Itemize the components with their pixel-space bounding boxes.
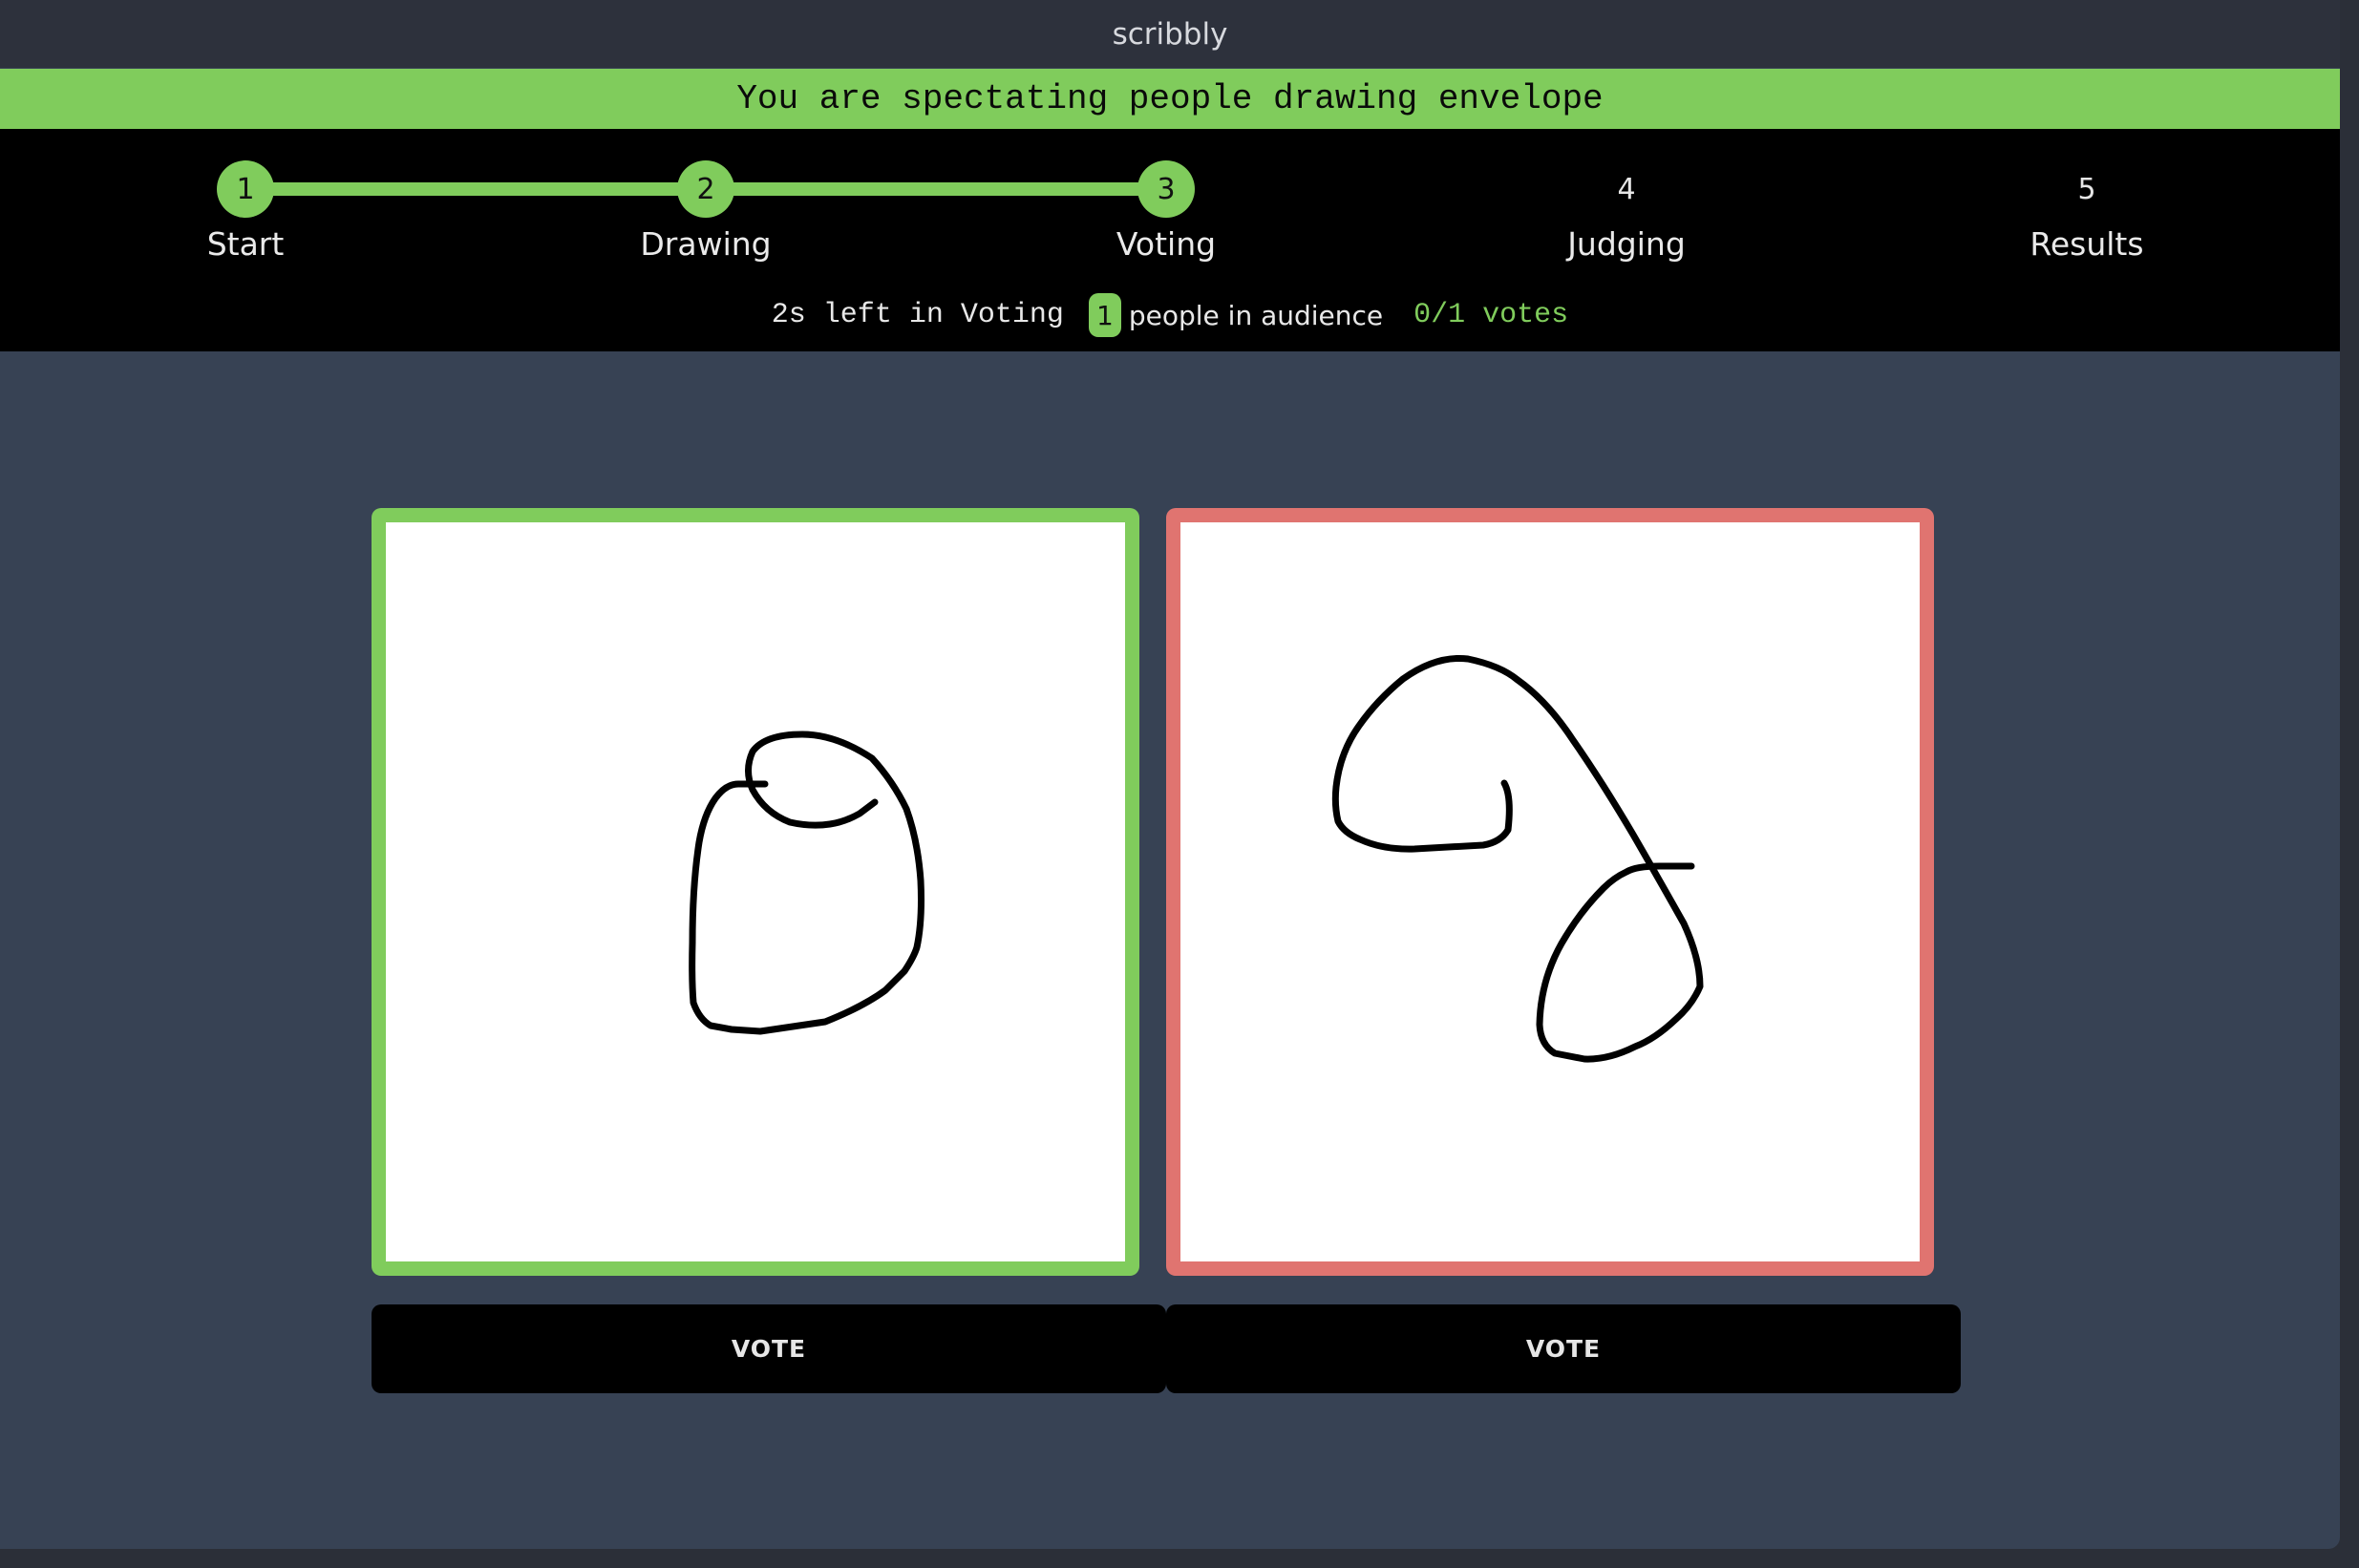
spectating-banner: You are spectating people drawing envelo… <box>0 69 2340 129</box>
step-label: Voting <box>1116 225 1217 263</box>
time-left: 2s left in Voting <box>771 299 1064 331</box>
app-window: scribbly You are spectating people drawi… <box>0 0 2340 1549</box>
audience-label: people in audience <box>1128 299 1384 331</box>
step-number: 5 <box>2077 172 2096 206</box>
step-number: 1 <box>217 160 274 218</box>
drawing-canvas-left <box>689 731 924 1035</box>
step-start: 1 Start <box>150 160 341 263</box>
vote-button-right[interactable]: VOTE <box>1166 1304 1961 1393</box>
step-results: 5 Results <box>1991 160 2182 264</box>
vote-count: 0/1 votes <box>1413 299 1569 331</box>
drawing-card-left <box>372 508 1139 1276</box>
status-line: 2s left in Voting 1 people in audience 0… <box>0 291 2340 339</box>
drawing-canvas-right <box>1331 654 1704 1063</box>
step-voting: 3 Voting <box>1071 160 1262 263</box>
drawing-stroke <box>1331 654 1704 1063</box>
vote-button-left[interactable]: VOTE <box>372 1304 1166 1393</box>
drawing-stroke <box>689 731 924 1035</box>
step-label: Drawing <box>640 225 772 263</box>
audience-count-badge: 1 <box>1088 293 1121 337</box>
window-title: scribbly <box>0 0 2340 68</box>
drawing-card-right <box>1166 508 1934 1276</box>
step-label: Judging <box>1567 225 1686 263</box>
step-judging: 4 Judging <box>1531 160 1722 264</box>
step-number: 3 <box>1137 160 1195 218</box>
step-number: 2 <box>677 160 734 218</box>
step-label: Results <box>2030 225 2144 263</box>
step-number: 4 <box>1617 172 1636 206</box>
step-label: Start <box>206 225 285 263</box>
step-drawing: 2 Drawing <box>610 160 801 263</box>
